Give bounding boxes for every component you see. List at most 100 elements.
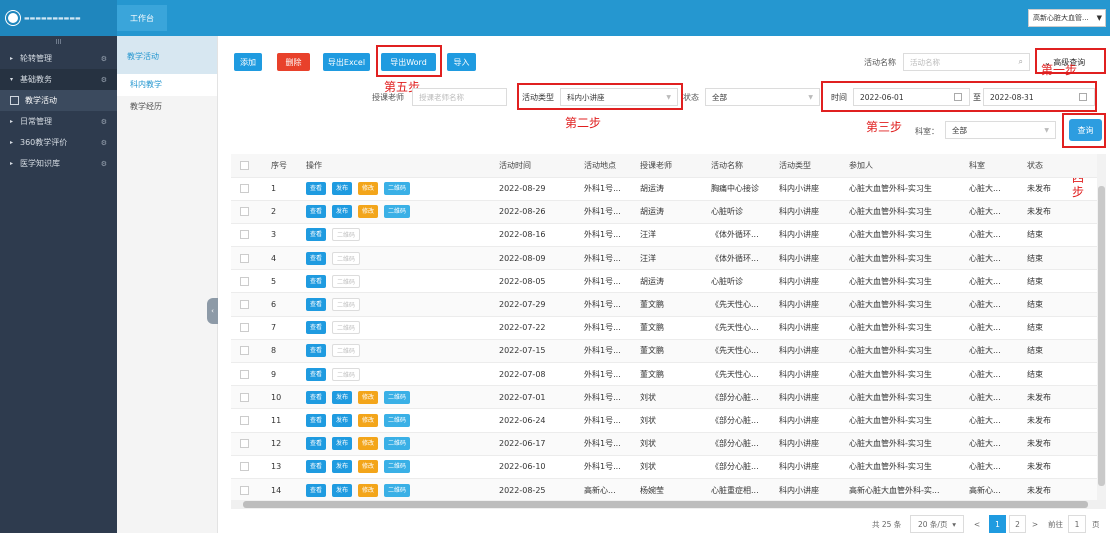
view-button[interactable]: 查看 (306, 437, 327, 451)
row-checkbox-cell[interactable] (231, 478, 267, 500)
row-checkbox-cell[interactable] (231, 455, 267, 479)
publish-button[interactable]: 发布 (332, 460, 353, 474)
edit-button[interactable]: 修改 (358, 437, 379, 451)
sidebar-item-evaluation[interactable]: ▸ 360教学评价 ⚙ (0, 132, 117, 153)
view-button[interactable]: 查看 (306, 298, 327, 312)
sidebar-item-basic-affairs[interactable]: ▾ 基础教务 ⚙ (0, 69, 117, 90)
select-all-checkbox[interactable] (231, 154, 267, 178)
checkbox[interactable] (240, 160, 249, 170)
horizontal-scrollbar[interactable] (231, 500, 1106, 509)
scroll-thumb[interactable] (243, 501, 1088, 508)
qr-code-button[interactable]: 二维码 (384, 483, 411, 497)
page-1-button[interactable]: 1 (989, 515, 1006, 533)
collapse-handle[interactable]: ‹ (207, 298, 218, 324)
checkbox[interactable] (240, 346, 249, 356)
row-checkbox-cell[interactable] (231, 177, 267, 201)
row-checkbox-cell[interactable] (231, 408, 267, 433)
row-checkbox-cell[interactable] (231, 223, 267, 248)
checkbox[interactable] (240, 253, 249, 263)
row-checkbox-cell[interactable] (231, 339, 267, 364)
checkbox[interactable] (240, 207, 249, 217)
qr-code-button[interactable]: 二维码 (332, 367, 361, 381)
publish-button[interactable]: 发布 (332, 483, 353, 497)
checkbox[interactable] (240, 485, 249, 495)
activity-name-input[interactable]: 活动名称 ⌕ (903, 53, 1030, 71)
row-checkbox-cell[interactable] (231, 246, 267, 271)
status-select[interactable]: 全部 ▼ (705, 88, 820, 106)
prev-page-button[interactable]: < (970, 515, 984, 533)
view-button[interactable]: 查看 (306, 274, 327, 288)
dept-select[interactable]: 全部 ▼ (945, 121, 1056, 139)
view-button[interactable]: 查看 (306, 205, 327, 219)
checkbox[interactable] (240, 369, 249, 379)
row-checkbox-cell[interactable] (231, 362, 267, 387)
checkbox[interactable] (240, 276, 249, 286)
row-checkbox-cell[interactable] (231, 292, 267, 317)
edit-button[interactable]: 修改 (358, 390, 379, 404)
view-button[interactable]: 查看 (306, 251, 327, 265)
scroll-thumb[interactable] (1098, 186, 1105, 486)
publish-button[interactable]: 发布 (332, 182, 353, 196)
edit-button[interactable]: 修改 (358, 182, 379, 196)
checkbox[interactable] (240, 184, 249, 194)
sidebar-toggle[interactable]: III (0, 36, 117, 48)
view-button[interactable]: 查看 (306, 321, 327, 335)
view-button[interactable]: 查看 (306, 413, 327, 427)
sidebar-item-rotation[interactable]: ▸ 轮转管理 ⚙ (0, 48, 117, 69)
sidebar-item-knowledge[interactable]: ▸ 医学知识库 ⚙ (0, 153, 117, 174)
activity-type-select[interactable]: 科内小讲座 ▼ (560, 88, 678, 106)
add-button[interactable]: 添加 (234, 53, 262, 71)
qr-code-button[interactable]: 二维码 (332, 321, 361, 335)
teacher-input[interactable]: 授课老师名称 (412, 88, 507, 106)
page-size-select[interactable]: 20 条/页 ▾ (910, 515, 964, 533)
view-button[interactable]: 查看 (306, 483, 327, 497)
edit-button[interactable]: 修改 (358, 205, 379, 219)
subnav-item-dept-teaching[interactable]: 科内教学 (117, 74, 217, 96)
checkbox[interactable] (240, 415, 249, 425)
qr-code-button[interactable]: 二维码 (332, 298, 361, 312)
qr-code-button[interactable]: 二维码 (384, 205, 411, 219)
vertical-scrollbar[interactable] (1097, 154, 1106, 500)
user-dropdown[interactable]: 高新心脏大血管... ▼ (1028, 9, 1106, 27)
view-button[interactable]: 查看 (306, 367, 327, 381)
date-from-input[interactable]: 2022-06-01 (853, 88, 970, 106)
qr-code-button[interactable]: 二维码 (384, 460, 411, 474)
view-button[interactable]: 查看 (306, 344, 327, 358)
qr-code-button[interactable]: 二维码 (384, 182, 411, 196)
qr-code-button[interactable]: 二维码 (384, 437, 411, 451)
edit-button[interactable]: 修改 (358, 413, 379, 427)
sidebar-item-daily[interactable]: ▸ 日常管理 ⚙ (0, 111, 117, 132)
date-to-input[interactable]: 2022-08-31 (983, 88, 1095, 106)
edit-button[interactable]: 修改 (358, 483, 379, 497)
qr-code-button[interactable]: 二维码 (332, 274, 361, 288)
page-2-button[interactable]: 2 (1009, 515, 1026, 533)
view-button[interactable]: 查看 (306, 390, 327, 404)
view-button[interactable]: 查看 (306, 460, 327, 474)
import-button[interactable]: 导入 (447, 53, 476, 71)
export-excel-button[interactable]: 导出Excel (323, 53, 370, 71)
checkbox[interactable] (240, 462, 249, 472)
row-checkbox-cell[interactable] (231, 432, 267, 456)
row-checkbox-cell[interactable] (231, 200, 267, 224)
sidebar-item-teaching-activity[interactable]: 教学活动 (0, 90, 117, 111)
tab-workbench[interactable]: 工作台 (117, 5, 167, 31)
row-checkbox-cell[interactable] (231, 269, 267, 294)
next-page-button[interactable]: > (1028, 515, 1042, 533)
checkbox[interactable] (240, 230, 249, 240)
view-button[interactable]: 查看 (306, 182, 327, 196)
publish-button[interactable]: 发布 (332, 205, 353, 219)
row-checkbox-cell[interactable] (231, 316, 267, 340)
checkbox[interactable] (240, 392, 249, 402)
edit-button[interactable]: 修改 (358, 460, 379, 474)
publish-button[interactable]: 发布 (332, 413, 353, 427)
qr-code-button[interactable]: 二维码 (332, 251, 361, 265)
row-checkbox-cell[interactable] (231, 385, 267, 410)
qr-code-button[interactable]: 二维码 (384, 390, 411, 404)
goto-input[interactable]: 1 (1068, 515, 1086, 533)
checkbox[interactable] (240, 323, 249, 333)
subnav-item-teaching-history[interactable]: 教学经历 (117, 96, 217, 118)
checkbox[interactable] (240, 439, 249, 449)
qr-code-button[interactable]: 二维码 (384, 413, 411, 427)
delete-button[interactable]: 删除 (277, 53, 310, 71)
view-button[interactable]: 查看 (306, 228, 327, 242)
